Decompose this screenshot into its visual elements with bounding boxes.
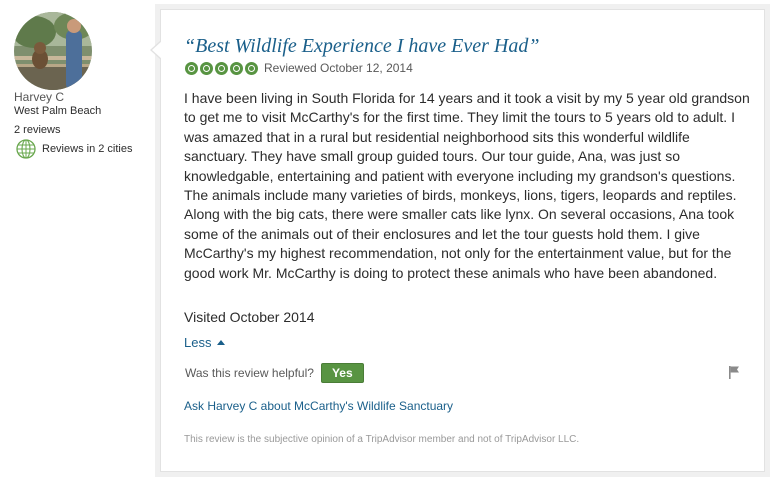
caret-up-icon bbox=[217, 340, 226, 345]
less-label: Less bbox=[184, 335, 212, 350]
rating-bubble-icon bbox=[215, 61, 228, 75]
reviewer-location: West Palm Beach bbox=[14, 105, 102, 117]
reviewer-cities[interactable]: Reviews in 2 cities bbox=[16, 139, 132, 159]
visited-date: Visited October 2014 bbox=[184, 309, 315, 325]
rating-bubble-icon bbox=[200, 61, 213, 75]
review-body: I have been living in South Florida for … bbox=[184, 90, 750, 281]
card-pointer bbox=[150, 40, 162, 60]
reviewer-name[interactable]: Harvey C bbox=[14, 90, 64, 104]
reviewer-review-count: 2 reviews bbox=[14, 124, 61, 136]
flag-icon[interactable] bbox=[727, 365, 741, 379]
review-title[interactable]: “Best Wildlife Experience I have Ever Ha… bbox=[184, 35, 539, 58]
rating-row: Reviewed October 12, 2014 bbox=[185, 61, 413, 75]
review-date: Reviewed October 12, 2014 bbox=[264, 61, 413, 75]
ask-reviewer-link[interactable]: Ask Harvey C about McCarthy's Wildlife S… bbox=[184, 399, 453, 413]
reviewer-avatar[interactable] bbox=[14, 12, 92, 90]
rating-bubble-icon bbox=[245, 61, 258, 75]
disclaimer: This review is the subjective opinion of… bbox=[184, 434, 580, 445]
review-card: “Best Wildlife Experience I have Ever Ha… bbox=[150, 9, 765, 472]
globe-icon bbox=[16, 139, 36, 159]
rating-bubbles bbox=[185, 61, 260, 75]
reviewer-photo bbox=[14, 12, 92, 90]
helpful-question: Was this review helpful? bbox=[185, 366, 314, 380]
yes-helpful-button[interactable]: Yes bbox=[320, 363, 364, 383]
less-toggle[interactable]: Less bbox=[184, 335, 226, 350]
rating-bubble-icon bbox=[185, 61, 198, 75]
reviewer-cities-label: Reviews in 2 cities bbox=[42, 143, 133, 155]
helpful-row: Was this review helpful? Yes bbox=[185, 363, 364, 383]
rating-bubble-icon bbox=[230, 61, 243, 75]
